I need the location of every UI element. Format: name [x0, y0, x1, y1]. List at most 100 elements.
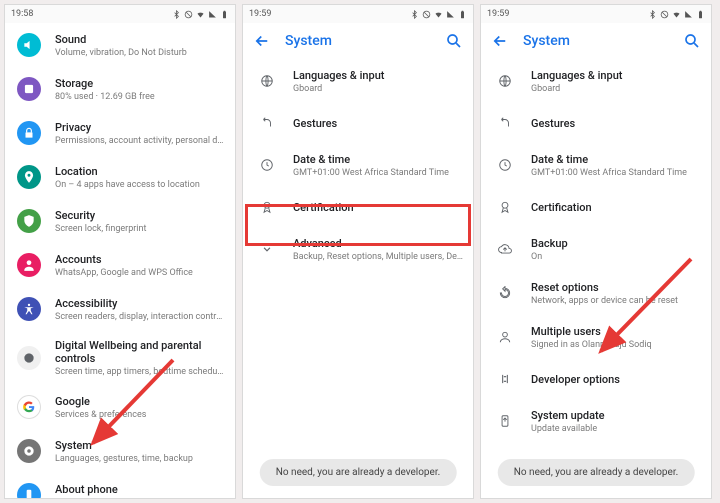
item-subtitle: GMT+01:00 West Africa Standard Time [531, 168, 701, 178]
item-texts: About phone Nokia 6.1 Plus [55, 483, 225, 499]
system-icon [17, 439, 41, 463]
item-texts: LocationOn – 4 apps have access to locat… [55, 165, 225, 190]
system-item-cert[interactable]: Certification [243, 187, 473, 227]
item-subtitle: On [531, 252, 701, 262]
item-title: Google [55, 395, 225, 408]
item-subtitle: Backup, Reset options, Multiple users, D… [293, 252, 463, 262]
item-subtitle: WhatsApp, Google and WPS Office [55, 268, 225, 278]
wifi-icon [672, 10, 681, 19]
battery-icon [458, 10, 467, 19]
item-subtitle: Screen time, app timers, bedtime schedul… [55, 367, 225, 377]
cert-icon [255, 195, 279, 219]
app-bar-title: System [523, 33, 669, 49]
google-icon [17, 395, 41, 419]
item-subtitle: Languages, gestures, time, backup [55, 454, 225, 464]
item-subtitle: GMT+01:00 West Africa Standard Time [293, 168, 463, 178]
panel-system-collapsed: 19:59 System Languages & inputGboardGest… [242, 4, 474, 499]
settings-item-security[interactable]: SecurityScreen lock, fingerprint [5, 199, 235, 243]
accessibility-icon [17, 297, 41, 321]
item-title: Accessibility [55, 297, 225, 310]
system-list: Languages & inputGboard Gestures Date & ti… [243, 59, 473, 498]
item-subtitle: Gboard [531, 84, 701, 94]
system-item-gestures[interactable]: Gestures [243, 103, 473, 143]
item-texts: Reset optionsNetwork, apps or device can… [531, 281, 701, 306]
settings-item-wellbeing[interactable]: Digital Wellbeing and parental controls S… [5, 331, 235, 385]
item-title: Digital Wellbeing and parental controls [55, 339, 225, 365]
system-item-cert[interactable]: Certification [481, 187, 711, 227]
toast: No need, you are already a developer. [498, 459, 695, 486]
item-texts: AccountsWhatsApp, Google and WPS Office [55, 253, 225, 278]
item-subtitle: Nokia 6.1 Plus [55, 498, 225, 499]
item-texts: BackupOn [531, 237, 701, 262]
lang-icon [255, 69, 279, 93]
system-item-datetime[interactable]: Date & time GMT+01:00 West Africa Standar… [481, 143, 711, 187]
item-texts: Gestures [531, 117, 701, 130]
privacy-icon [17, 121, 41, 145]
settings-item-privacy[interactable]: PrivacyPermissions, account activity, pe… [5, 111, 235, 155]
item-subtitle: Volume, vibration, Do Not Disturb [55, 48, 225, 58]
settings-item-accessibility[interactable]: Accessibility Screen readers, display, in… [5, 287, 235, 331]
toast: No need, you are already a developer. [260, 459, 457, 486]
bluetooth-icon [172, 10, 181, 19]
status-icons [410, 10, 467, 19]
system-item-lang[interactable]: Languages & inputGboard [481, 59, 711, 103]
system-item-lang[interactable]: Languages & inputGboard [243, 59, 473, 103]
item-title: Developer options [531, 373, 701, 386]
status-icons [172, 10, 229, 19]
storage-icon [17, 77, 41, 101]
system-item-backup[interactable]: BackupOn [481, 227, 711, 271]
cert-icon [493, 195, 517, 219]
mute-icon [184, 10, 193, 19]
gestures-icon [493, 111, 517, 135]
system-item-datetime[interactable]: Date & timeGMT+01:00 West Africa Standar… [243, 143, 473, 187]
system-item-advanced[interactable]: AdvancedBackup, Reset options, Multiple … [243, 227, 473, 271]
item-subtitle: Screen readers, display, interaction con… [55, 312, 225, 322]
back-button[interactable] [491, 32, 509, 50]
item-texts: System Languages, gestures, time, backup [55, 439, 225, 464]
signal-icon [684, 10, 693, 19]
settings-item-google[interactable]: Google Services & preferences [5, 385, 235, 429]
item-title: About phone [55, 483, 225, 496]
back-button[interactable] [253, 32, 271, 50]
item-texts: Storage80% used · 12.69 GB free [55, 77, 225, 102]
item-texts: SecurityScreen lock, fingerprint [55, 209, 225, 234]
item-title: System [55, 439, 225, 452]
search-button[interactable] [683, 32, 701, 50]
lang-icon [493, 69, 517, 93]
search-button[interactable] [445, 32, 463, 50]
system-item-update[interactable]: System updateUpdate available [481, 399, 711, 443]
item-title: Date & time [531, 153, 701, 166]
settings-item-system[interactable]: System Languages, gestures, time, backup [5, 429, 235, 473]
item-subtitle: Services & preferences [55, 410, 225, 420]
settings-item-sound[interactable]: SoundVolume, vibration, Do Not Disturb [5, 23, 235, 67]
item-title: Certification [531, 201, 701, 214]
system-item-users[interactable]: Multiple usersSigned in as Olanrewaju So… [481, 315, 711, 359]
item-title: Gestures [293, 117, 463, 130]
clock: 19:58 [11, 9, 33, 19]
backup-icon [493, 237, 517, 261]
datetime-icon [255, 153, 279, 177]
item-subtitle: Update available [531, 424, 701, 434]
status-bar: 19:59 [243, 5, 473, 23]
item-texts: SoundVolume, vibration, Do Not Disturb [55, 33, 225, 58]
system-item-devopts[interactable]: Developer options [481, 359, 711, 399]
about-icon [17, 483, 41, 498]
system-item-reset[interactable]: Reset optionsNetwork, apps or device can… [481, 271, 711, 315]
bluetooth-icon [648, 10, 657, 19]
settings-item-about[interactable]: About phone Nokia 6.1 Plus [5, 473, 235, 498]
status-bar: 19:58 [5, 5, 235, 23]
item-texts: System updateUpdate available [531, 409, 701, 434]
signal-icon [446, 10, 455, 19]
panel-system-expanded: 19:59 System Languages & inputGboardGest… [480, 4, 712, 499]
item-texts: Date & time GMT+01:00 West Africa Standar… [531, 153, 701, 178]
settings-item-location[interactable]: LocationOn – 4 apps have access to locat… [5, 155, 235, 199]
settings-item-accounts[interactable]: AccountsWhatsApp, Google and WPS Office [5, 243, 235, 287]
item-title: Certification [293, 201, 463, 214]
item-title: Reset options [531, 281, 701, 294]
item-title: Multiple users [531, 325, 701, 338]
location-icon [17, 165, 41, 189]
system-item-gestures[interactable]: Gestures [481, 103, 711, 143]
settings-item-storage[interactable]: Storage80% used · 12.69 GB free [5, 67, 235, 111]
item-subtitle: On – 4 apps have access to location [55, 180, 225, 190]
item-texts: Accessibility Screen readers, display, in… [55, 297, 225, 322]
